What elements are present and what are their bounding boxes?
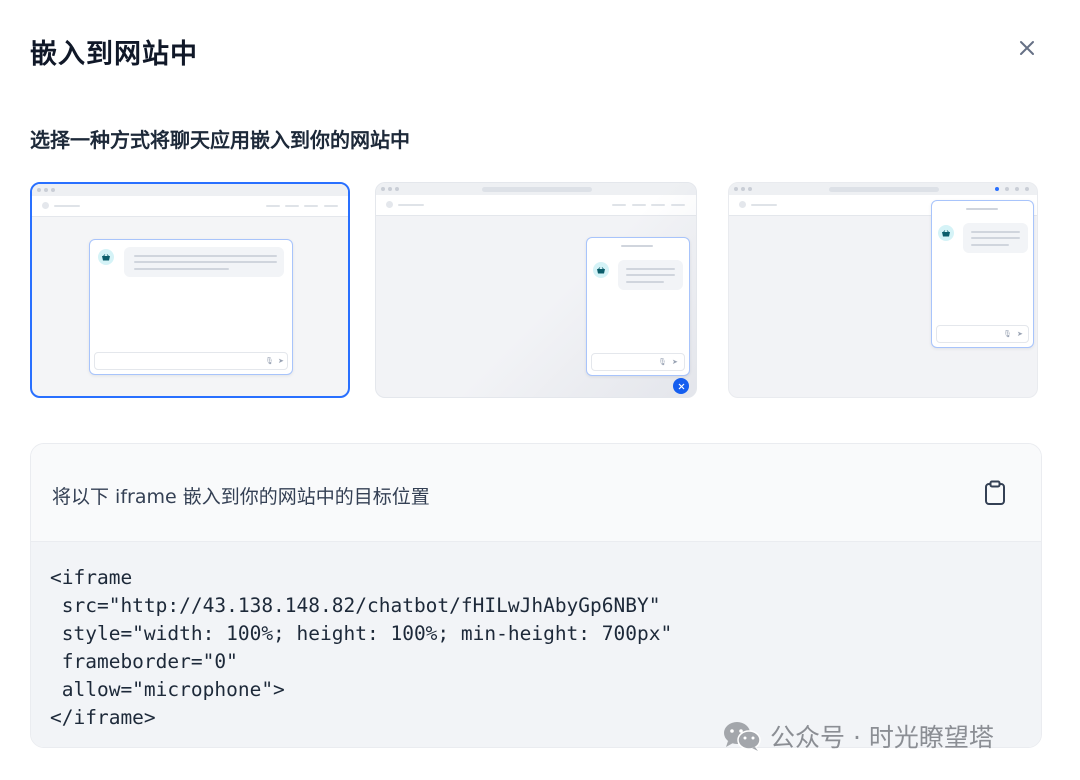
embed-code-block[interactable]: <iframe src="http://43.138.148.82/chatbo… — [31, 542, 1041, 747]
watermark: 公众号 · 时光瞭望塔 — [722, 718, 994, 754]
copy-code-button[interactable] — [979, 477, 1011, 509]
bot-avatar-icon — [938, 225, 954, 241]
code-line: </iframe> — [50, 706, 156, 729]
code-line: allow="microphone"> — [50, 678, 285, 701]
chat-window-preview: 🎙 ➤ — [586, 237, 690, 376]
code-line: src="http://43.138.148.82/chatbot/fHILwJ… — [50, 594, 661, 617]
embed-option-fullpage[interactable]: 🎙 ➤ — [30, 182, 350, 398]
embed-code-panel: 将以下 iframe 嵌入到你的网站中的目标位置 <iframe src="ht… — [30, 443, 1042, 748]
embed-code-header: 将以下 iframe 嵌入到你的网站中的目标位置 — [31, 444, 1041, 542]
close-icon — [678, 383, 684, 389]
code-line: frameborder="0" — [50, 650, 238, 673]
chat-window-preview: 🎙 ➤ — [89, 239, 293, 375]
close-icon[interactable] — [1019, 40, 1035, 56]
browser-nav — [376, 195, 696, 216]
chat-input-preview: 🎙 ➤ — [936, 325, 1029, 343]
chat-bubble-button-preview — [673, 378, 689, 394]
dialog-title: 嵌入到网站中 — [30, 39, 198, 70]
embed-code-text[interactable]: <iframe src="http://43.138.148.82/chatbo… — [50, 564, 672, 732]
embed-instruction: 将以下 iframe 嵌入到你的网站中的目标位置 — [52, 486, 430, 508]
watermark-text: 公众号 · 时光瞭望塔 — [770, 723, 994, 752]
close-button[interactable] — [1012, 33, 1042, 63]
options-heading: 选择一种方式将聊天应用嵌入到你的网站中 — [30, 128, 410, 152]
chat-input-preview: 🎙 ➤ — [94, 352, 288, 370]
browser-nav — [32, 196, 348, 217]
chat-input-preview: 🎙 ➤ — [591, 353, 685, 371]
bot-avatar-icon — [98, 249, 114, 265]
embed-option-bubble[interactable]: 🎙 ➤ — [375, 182, 697, 398]
bot-avatar-icon — [593, 262, 609, 278]
code-line: style="width: 100%; height: 100%; min-he… — [50, 622, 673, 645]
embed-option-extension[interactable]: 🎙 ➤ — [728, 182, 1038, 398]
clipboard-icon[interactable] — [983, 480, 1007, 506]
code-line: <iframe — [50, 566, 133, 589]
chat-window-preview: 🎙 ➤ — [931, 200, 1034, 348]
wechat-icon — [724, 722, 761, 751]
